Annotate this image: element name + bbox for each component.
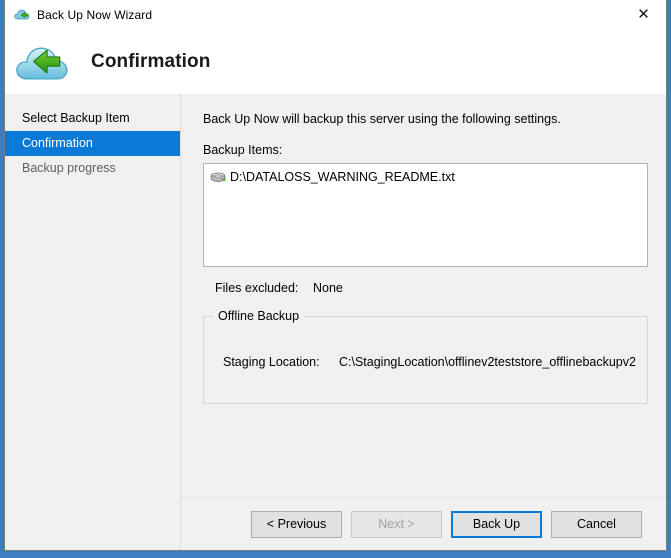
sidebar-item-label: Select Backup Item [22,111,130,125]
title-bar: Back Up Now Wizard ✕ [5,0,666,29]
staging-location-value: C:\StagingLocation\offlinev2teststore_of… [339,355,636,369]
disk-drive-icon [210,171,226,184]
intro-text: Back Up Now will backup this server usin… [203,112,561,126]
files-excluded-label: Files excluded: [215,281,299,295]
backup-items-label: Backup Items: [203,143,283,157]
confirmation-content: Back Up Now will backup this server usin… [181,94,666,498]
content-pane: Back Up Now will backup this server usin… [181,94,666,550]
wizard-steps-sidebar: Select Backup Item Confirmation Backup p… [5,94,181,550]
wizard-body: Select Backup Item Confirmation Backup p… [5,94,666,550]
window-title: Back Up Now Wizard [37,7,153,22]
staging-location-row: Staging Location: C:\StagingLocation\off… [223,355,637,369]
list-item[interactable]: D:\DATALOSS_WARNING_README.txt [207,168,644,186]
cloud-backup-icon [15,38,69,86]
offline-backup-group-title: Offline Backup [213,309,305,323]
sidebar-item-backup-progress[interactable]: Backup progress [5,156,180,181]
wizard-header: Confirmation [5,29,666,94]
backup-item-path: D:\DATALOSS_WARNING_README.txt [230,170,455,184]
previous-button[interactable]: < Previous [251,510,342,538]
files-excluded-row: Files excluded: None [215,281,648,295]
cancel-button[interactable]: Cancel [551,510,642,538]
page-title: Confirmation [91,50,211,72]
sidebar-item-select-backup-item[interactable]: Select Backup Item [5,106,180,131]
offline-backup-group: Offline Backup Staging Location: C:\Stag… [203,309,648,404]
sidebar-item-label: Confirmation [22,136,93,150]
staging-location-label: Staging Location: [223,355,320,369]
cloud-backup-icon [14,7,30,23]
wizard-footer: < Previous Next > Back Up Cancel [181,498,666,550]
wizard-window: Back Up Now Wizard ✕ Confirmation Select… [4,0,667,551]
backup-items-listbox[interactable]: D:\DATALOSS_WARNING_README.txt [203,163,648,267]
sidebar-item-label: Backup progress [22,161,116,175]
close-icon: ✕ [637,5,650,23]
next-button: Next > [351,510,442,538]
sidebar-item-confirmation[interactable]: Confirmation [5,131,180,156]
files-excluded-value: None [313,281,343,295]
back-up-button[interactable]: Back Up [451,510,542,538]
close-button[interactable]: ✕ [621,0,666,29]
